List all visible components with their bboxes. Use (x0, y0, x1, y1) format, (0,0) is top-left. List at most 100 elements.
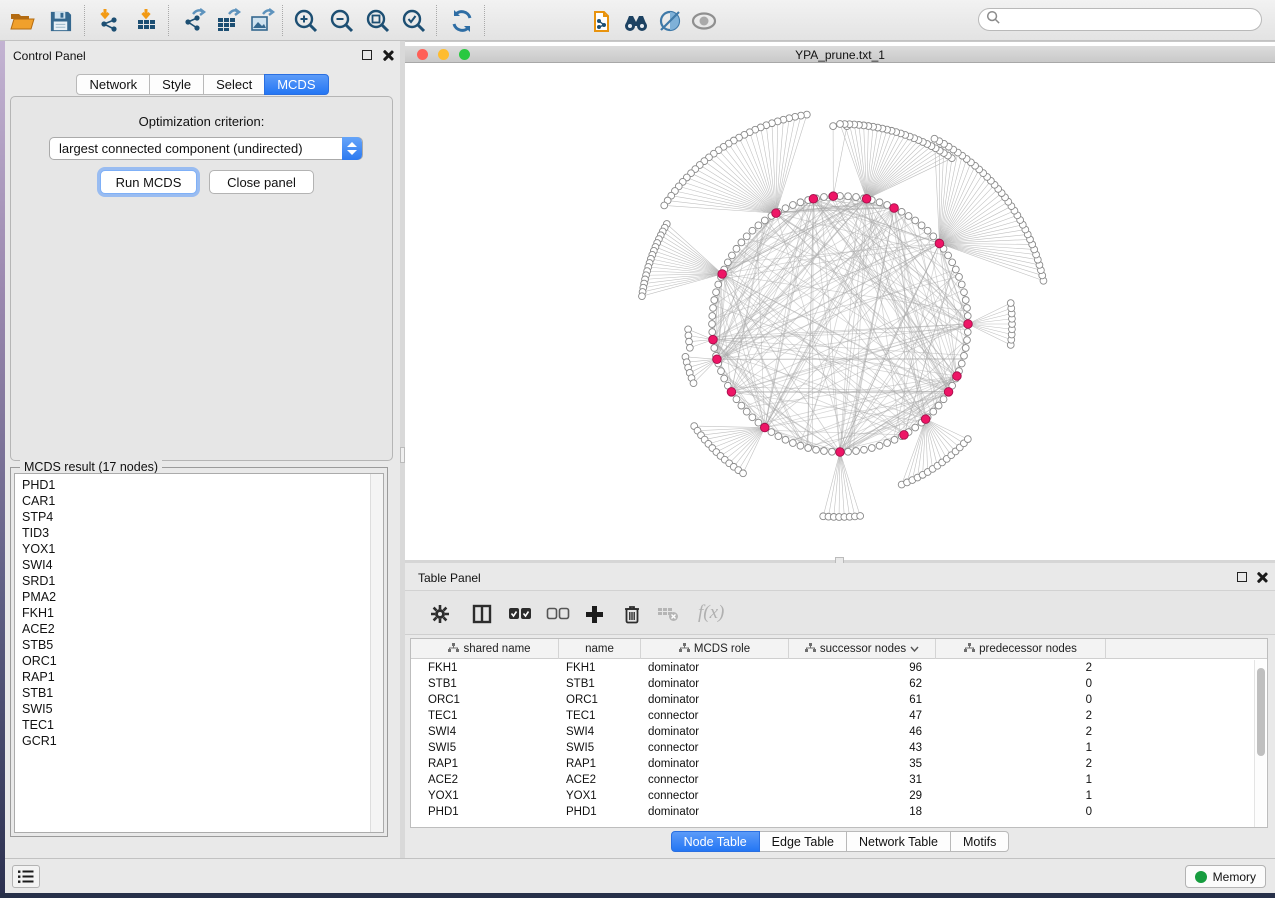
zoom-selected-icon[interactable] (400, 7, 428, 35)
mcds-list-scrollbar[interactable] (370, 474, 383, 832)
columns-icon[interactable] (469, 601, 495, 627)
network-graph-canvas[interactable] (405, 64, 1275, 561)
close-panel-icon[interactable] (382, 50, 393, 61)
run-mcds-button[interactable]: Run MCDS (100, 170, 197, 194)
table-row[interactable]: ORC1ORC1dominator610 (411, 692, 1267, 708)
export-table-icon[interactable] (214, 7, 242, 35)
mcds-result-list[interactable]: PHD1CAR1STP4TID3YOX1SWI4SRD1PMA2FKH1ACE2… (14, 473, 384, 833)
cell-successor-nodes: 43 (789, 740, 922, 756)
memory-status-icon (1195, 871, 1207, 883)
cytoscape-window: Control Panel NetworkStyleSelectMCDS Opt… (0, 0, 1275, 893)
export-network-icon[interactable] (180, 7, 208, 35)
table-row[interactable]: SWI5SWI5connector431 (411, 740, 1267, 756)
zoom-fit-icon[interactable] (364, 7, 392, 35)
tab-style[interactable]: Style (149, 74, 203, 95)
mcds-result-item[interactable]: CAR1 (15, 493, 383, 509)
deselect-all-icon[interactable] (545, 601, 571, 627)
column-header-shared-name[interactable]: shared name (421, 639, 559, 659)
mcds-result-item[interactable]: RAP1 (15, 669, 383, 685)
save-icon[interactable] (46, 7, 74, 35)
open-file-icon[interactable] (8, 7, 36, 35)
search-icon (986, 10, 1001, 30)
mcds-result-item[interactable]: SRD1 (15, 573, 383, 589)
tab-node-table[interactable]: Node Table (671, 831, 760, 852)
mcds-result-item[interactable]: YOX1 (15, 541, 383, 557)
delete-table-icon[interactable] (655, 601, 681, 627)
float-panel-icon[interactable] (1237, 572, 1247, 582)
cell-predecessor-nodes: 1 (936, 788, 1092, 804)
tab-select[interactable]: Select (203, 74, 264, 95)
style-icon[interactable] (656, 7, 684, 35)
mcds-result-item[interactable]: GCR1 (15, 733, 383, 749)
float-panel-icon[interactable] (362, 50, 372, 60)
search-input[interactable] (1001, 10, 1261, 29)
delete-icon[interactable] (619, 601, 645, 627)
table-row[interactable]: YOX1YOX1connector291 (411, 788, 1267, 804)
toolbar-separator (436, 5, 437, 36)
add-icon[interactable] (581, 601, 607, 627)
cell-shared-name: SWI4 (421, 724, 559, 740)
task-history-button[interactable] (12, 865, 40, 888)
column-header-predecessor-nodes[interactable]: predecessor nodes (936, 639, 1106, 659)
import-table-icon[interactable] (132, 7, 160, 35)
cell-MCDS-role: dominator (641, 676, 789, 692)
column-header-successor-nodes[interactable]: successor nodes (789, 639, 936, 659)
cell-successor-nodes: 62 (789, 676, 922, 692)
mcds-result-item[interactable]: STP4 (15, 509, 383, 525)
table-scrollbar[interactable] (1254, 660, 1266, 827)
toolbar-separator (282, 5, 283, 36)
table-row[interactable]: SWI4SWI4dominator462 (411, 724, 1267, 740)
mcds-result-item[interactable]: TEC1 (15, 717, 383, 733)
mcds-result-item[interactable]: PMA2 (15, 589, 383, 605)
close-panel-icon[interactable] (1256, 572, 1267, 583)
column-header-MCDS-role[interactable]: MCDS role (641, 639, 789, 659)
table-row[interactable]: RAP1RAP1dominator352 (411, 756, 1267, 772)
table-row[interactable]: ACE2ACE2connector311 (411, 772, 1267, 788)
clone-network-icon[interactable] (588, 7, 616, 35)
optimization-criterion-select[interactable]: largest connected component (undirected) (49, 137, 363, 160)
optimization-criterion-value: largest connected component (undirected) (59, 141, 303, 156)
cell-name: ACE2 (559, 772, 641, 788)
table-panel-tabs: Node TableEdge TableNetwork TableMotifs (405, 831, 1275, 855)
close-panel-button[interactable]: Close panel (209, 170, 314, 194)
import-network-icon[interactable] (96, 7, 124, 35)
mcds-result-item[interactable]: ACE2 (15, 621, 383, 637)
tab-motifs[interactable]: Motifs (951, 831, 1009, 852)
mcds-result-item[interactable]: SWI4 (15, 557, 383, 573)
table-row[interactable]: TEC1TEC1connector472 (411, 708, 1267, 724)
table-row[interactable]: FKH1FKH1dominator962 (411, 660, 1267, 676)
cell-predecessor-nodes: 0 (936, 676, 1092, 692)
tab-edge-table[interactable]: Edge Table (760, 831, 847, 852)
mcds-result-item[interactable]: STB1 (15, 685, 383, 701)
memory-button[interactable]: Memory (1185, 865, 1266, 888)
table-row[interactable]: PHD1PHD1dominator180 (411, 804, 1267, 820)
tab-mcds[interactable]: MCDS (264, 74, 328, 95)
select-all-icon[interactable] (507, 601, 533, 627)
mcds-result-item[interactable]: SWI5 (15, 701, 383, 717)
zoom-out-icon[interactable] (328, 7, 356, 35)
show-hide-icon[interactable] (690, 7, 718, 35)
control-panel: Control Panel NetworkStyleSelectMCDS Opt… (5, 41, 400, 858)
refresh-icon[interactable] (448, 7, 476, 35)
table-row[interactable]: STB1STB1dominator620 (411, 676, 1267, 692)
tab-network-table[interactable]: Network Table (847, 831, 951, 852)
cell-successor-nodes: 47 (789, 708, 922, 724)
search-network-icon[interactable] (622, 7, 650, 35)
tab-network[interactable]: Network (76, 74, 149, 95)
mcds-result-item[interactable]: FKH1 (15, 605, 383, 621)
cell-name: RAP1 (559, 756, 641, 772)
mcds-result-item[interactable]: PHD1 (15, 477, 383, 493)
gear-icon[interactable] (427, 601, 453, 627)
mcds-result-item[interactable]: TID3 (15, 525, 383, 541)
list-icon (18, 870, 34, 883)
column-header-name[interactable]: name (559, 639, 641, 659)
cell-shared-name: RAP1 (421, 756, 559, 772)
cell-successor-nodes: 31 (789, 772, 922, 788)
mcds-result-item[interactable]: ORC1 (15, 653, 383, 669)
export-image-icon[interactable] (248, 7, 276, 35)
network-window-titlebar[interactable]: YPA_prune.txt_1 (405, 46, 1275, 63)
zoom-in-icon[interactable] (292, 7, 320, 35)
toolbar-separator (168, 5, 169, 36)
search-field[interactable] (978, 8, 1262, 31)
mcds-result-item[interactable]: STB5 (15, 637, 383, 653)
